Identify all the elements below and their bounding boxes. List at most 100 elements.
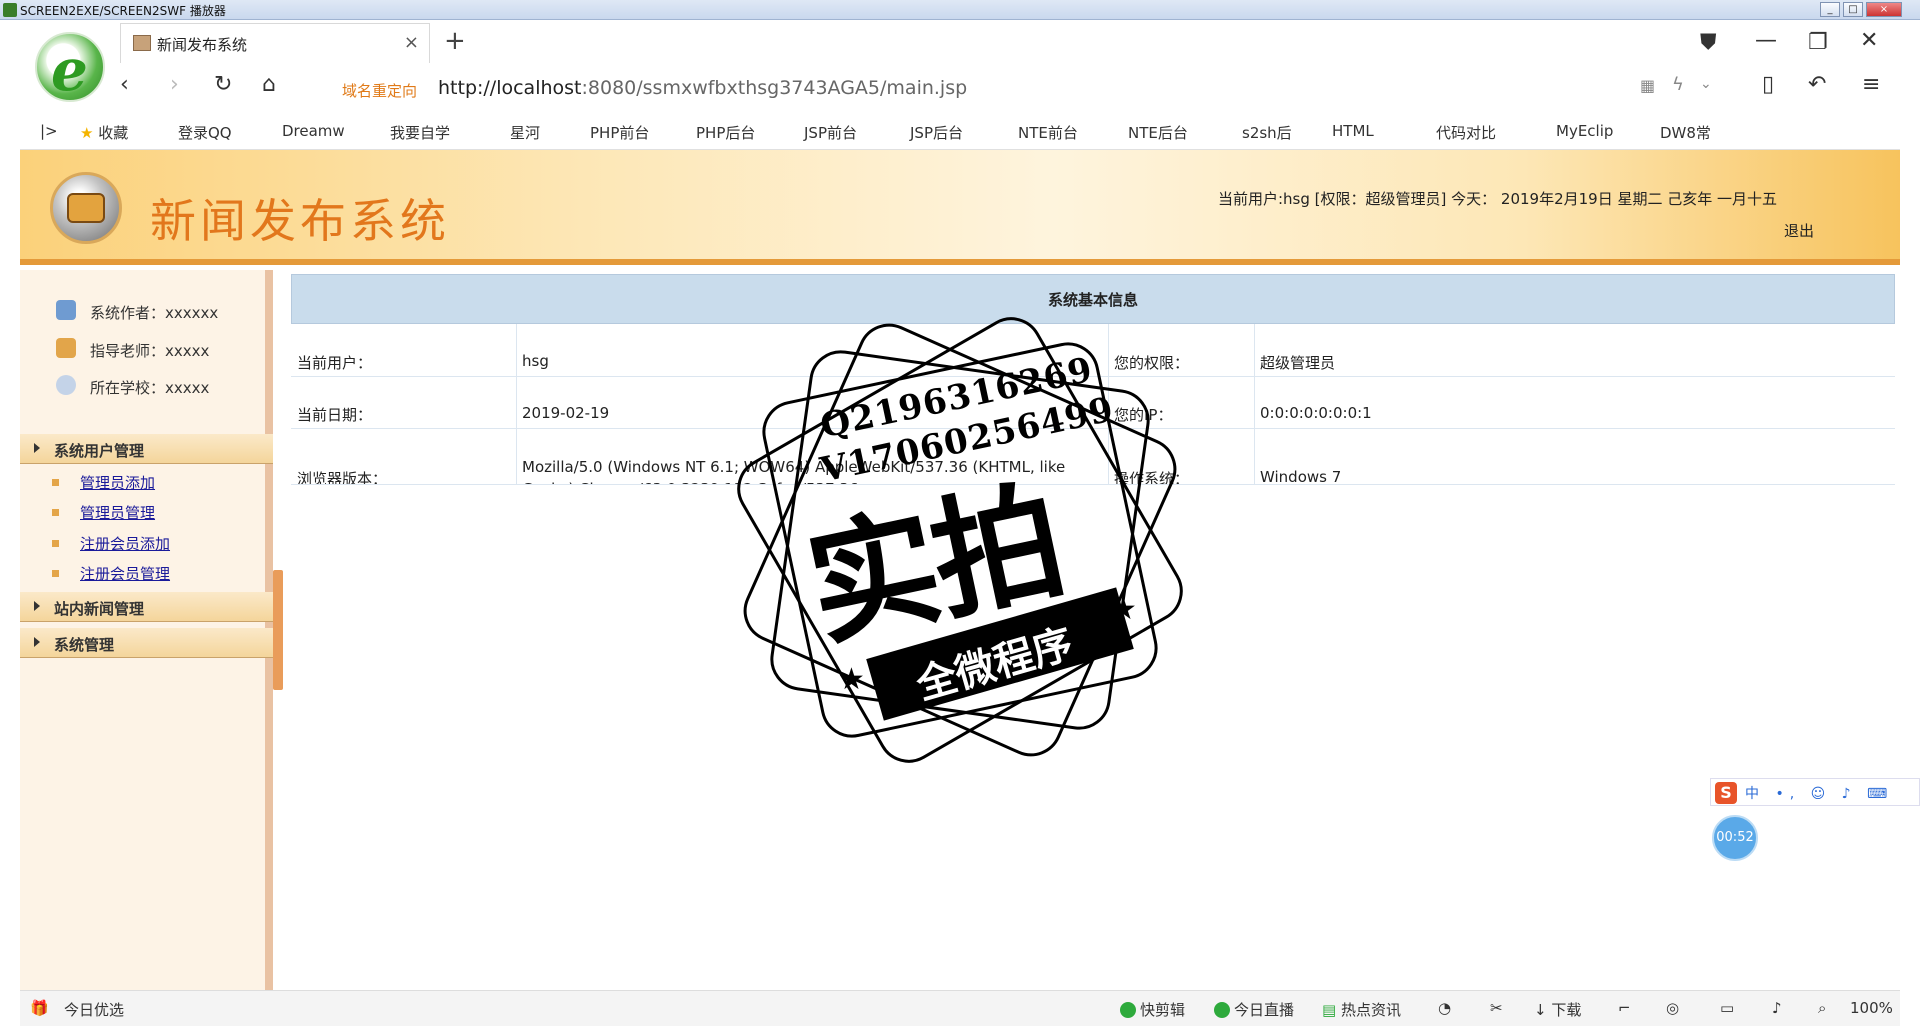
address-bar[interactable]: http://localhost:8080/ssmxwfbxthsg3743AG… [438, 77, 967, 99]
bookmark-item[interactable]: 登录QQ [178, 122, 232, 143]
status-icon[interactable]: ◔ [1438, 999, 1451, 1017]
value-os: Windows 7 [1260, 468, 1342, 484]
zoom-icon[interactable]: ⌕ [1818, 999, 1826, 1017]
maximize-button[interactable]: □ [1843, 2, 1863, 17]
url-host: http://localhost [438, 77, 582, 99]
window-close-icon[interactable]: ✕ [1860, 28, 1878, 53]
bookmark-item[interactable]: s2sh后 [1242, 122, 1292, 143]
bookmark-favorites[interactable]: ★ 收藏 [80, 122, 128, 143]
bookmark-item[interactable]: PHP前台 [590, 122, 649, 143]
bookmarks-bar: |> ★ 收藏 登录QQ Dreamw 我要自学 星河 PHP前台 PHP后台 … [20, 114, 1900, 150]
url-path: :8080/ssmxwfbxthsg3743AGA5/main.jsp [581, 77, 968, 99]
status-icon[interactable]: ⌐ [1618, 999, 1631, 1017]
tab-close-button[interactable]: × [404, 32, 419, 53]
triangle-right-icon [34, 601, 40, 611]
bookmark-item[interactable]: 我要自学 [390, 122, 450, 143]
value-current-user: hsg [522, 352, 549, 370]
zoom-level[interactable]: 100% [1850, 999, 1893, 1017]
link-admin-manage[interactable]: 管理员管理 [80, 502, 155, 523]
bookmark-item[interactable]: PHP后台 [696, 122, 755, 143]
value-ip: 0:0:0:0:0:0:0:1 [1260, 404, 1372, 422]
link-member-manage[interactable]: 注册会员管理 [80, 563, 170, 584]
tab-favicon-icon [133, 35, 151, 51]
school-icon [56, 375, 76, 395]
browser-tab[interactable]: 新闻发布系统 × [120, 23, 430, 63]
player-title: SCREEN2EXE/SCREEN2SWF 播放器 [20, 4, 226, 18]
status-icon[interactable]: ✂ [1490, 999, 1503, 1017]
sidebar-info-teacher: 指导老师：xxxxx [90, 342, 210, 360]
phone-icon[interactable]: ▯ [1762, 72, 1774, 97]
bookmark-item[interactable]: DW8常 [1660, 122, 1711, 143]
back-icon[interactable]: ‹ [120, 72, 129, 97]
ime-toolbar[interactable]: S 中 •, ☺ ♪ ⌨ [1710, 778, 1920, 806]
minimize-button[interactable]: _ [1820, 2, 1840, 17]
label-current-date: 当前日期： [297, 406, 373, 424]
close-button[interactable]: × [1866, 2, 1902, 17]
bookmark-item[interactable]: 代码对比 [1436, 122, 1496, 143]
sidebar-info-school: 所在学校：xxxxx [90, 379, 210, 397]
bookmark-item[interactable]: MyEclip [1556, 122, 1613, 140]
sidebar-info-author: 系统作者：xxxxxx [90, 304, 219, 322]
teacher-icon [56, 338, 76, 358]
status-today-pick[interactable]: 今日优选 [64, 999, 124, 1020]
logout-link[interactable]: 退出 [1784, 220, 1814, 241]
browser-status-bar: 🎁 今日优选 快剪辑 今日直播 ▤ 热点资讯 ◔ ✂ ↓ 下载 ⌐ ◎ ▭ ♪ … [20, 990, 1900, 1026]
status-live[interactable]: 今日直播 [1214, 999, 1294, 1020]
triangle-right-icon [34, 637, 40, 647]
bookmark-item[interactable]: JSP后台 [910, 122, 963, 143]
sidebar-collapse-handle[interactable] [273, 570, 283, 690]
menu-system[interactable]: 系统管理 [20, 628, 273, 658]
bookmark-item[interactable]: NTE后台 [1128, 122, 1188, 143]
app-title: 新闻发布系统 [150, 194, 450, 248]
menu-news[interactable]: 站内新闻管理 [20, 592, 273, 622]
bookmark-item[interactable]: JSP前台 [804, 122, 857, 143]
bookmark-item[interactable]: 星河 [510, 122, 540, 143]
author-icon [56, 300, 76, 320]
label-browser: 浏览器版本： [297, 470, 388, 484]
status-quick-edit[interactable]: 快剪辑 [1120, 999, 1185, 1020]
player-app-icon [3, 3, 17, 17]
skin-icon[interactable]: ⛊ [1700, 30, 1717, 55]
gift-icon: 🎁 [30, 999, 49, 1017]
player-title-bar: SCREEN2EXE/SCREEN2SWF 播放器 _ □ × [0, 0, 1920, 20]
link-member-add[interactable]: 注册会员添加 [80, 533, 170, 554]
header-user-info: 当前用户:hsg [权限：超级管理员] 今天： 2019年2月19日 星期二 己… [1218, 190, 1778, 208]
link-admin-add[interactable]: 管理员添加 [80, 472, 155, 493]
bullet-icon [52, 570, 59, 577]
status-icon[interactable]: ◎ [1666, 999, 1679, 1017]
menu-icon[interactable]: ≡ [1862, 72, 1880, 97]
bookmark-item[interactable]: HTML [1332, 122, 1374, 140]
bullet-icon [52, 479, 59, 486]
label-current-user: 当前用户： [297, 354, 373, 372]
star-icon: ★ [80, 124, 94, 142]
chevron-down-icon[interactable]: ⌄ [1700, 76, 1712, 92]
home-icon[interactable]: ⌂ [262, 72, 276, 97]
undo-icon[interactable]: ↶ [1808, 72, 1826, 97]
forward-icon[interactable]: › [170, 72, 179, 97]
reload-icon[interactable]: ↻ [214, 72, 232, 97]
tab-title: 新闻发布系统 [157, 36, 248, 54]
star-icon: ★ [1110, 592, 1137, 627]
ime-logo-icon: S [1715, 782, 1737, 804]
sidebar-toggle-icon[interactable]: |> [40, 122, 58, 140]
bookmark-item[interactable]: NTE前台 [1018, 122, 1078, 143]
play-icon [1120, 1002, 1136, 1018]
redirect-label: 域名重定向 [342, 82, 418, 100]
value-current-date: 2019-02-19 [522, 404, 610, 422]
bookmark-item[interactable]: Dreamw [282, 122, 345, 140]
bullet-icon [52, 540, 59, 547]
browser-logo-icon: e [35, 32, 105, 104]
status-download[interactable]: ↓ 下载 [1534, 999, 1581, 1020]
download-icon: ↓ [1534, 1001, 1547, 1019]
bolt-icon[interactable]: ϟ [1672, 74, 1684, 95]
new-tab-button[interactable]: + [444, 26, 466, 56]
status-icon[interactable]: ▭ [1720, 999, 1734, 1017]
qr-icon[interactable]: ▦ [1640, 76, 1655, 95]
window-restore-icon[interactable]: ❐ [1808, 30, 1828, 55]
volume-icon[interactable]: ♪ [1772, 999, 1782, 1017]
bullet-icon [52, 509, 59, 516]
status-news[interactable]: ▤ 热点资讯 [1322, 999, 1401, 1020]
play-icon [1214, 1002, 1230, 1018]
window-minimize-icon[interactable]: — [1755, 28, 1777, 53]
menu-system-users[interactable]: 系统用户管理 [20, 434, 273, 464]
